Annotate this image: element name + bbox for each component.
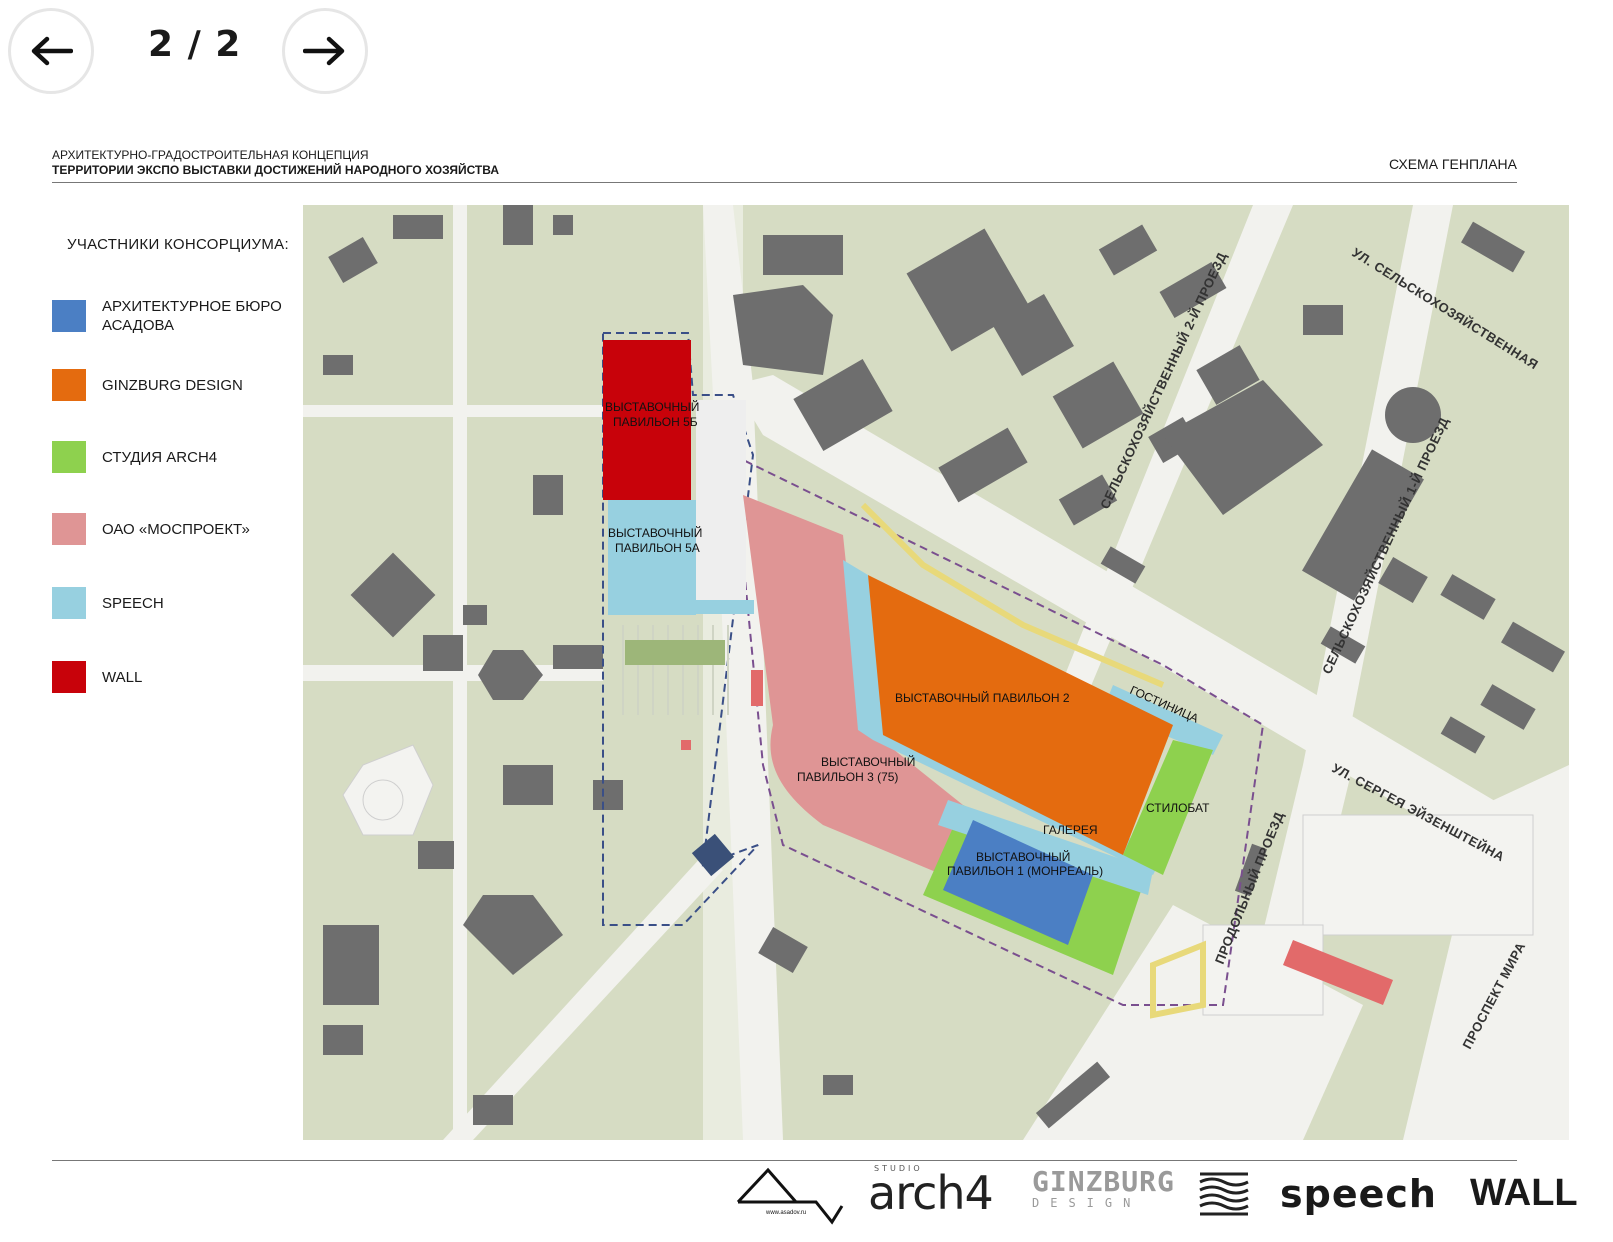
header-line-2: ТЕРРИТОРИИ ЭКСПО ВЫСТАВКИ ДОСТИЖЕНИЙ НАР…	[52, 163, 499, 177]
document-header: АРХИТЕКТУРНО-ГРАДОСТРОИТЕЛЬНАЯ КОНЦЕПЦИЯ…	[52, 148, 499, 178]
green-parterre	[625, 640, 725, 665]
legend-swatch	[52, 300, 86, 332]
legend-item: WALL	[52, 661, 142, 693]
label-pav1: ПАВИЛЬОН 1 (МОНРЕАЛЬ)	[947, 864, 1103, 878]
pavilion-5-annex	[696, 400, 746, 600]
legend-swatch	[52, 661, 86, 693]
legend-item: SPEECH	[52, 587, 164, 619]
design-word: DESIGN	[1032, 1196, 1142, 1210]
label-pav1: ВЫСТАВОЧНЫЙ	[976, 849, 1070, 864]
site-plan-map: ВЫСТАВОЧНЫЙ ПАВИЛЬОН 5Б ВЫСТАВОЧНЫЙ ПАВИ…	[303, 205, 1569, 1140]
map-drawing: ВЫСТАВОЧНЫЙ ПАВИЛЬОН 5Б ВЫСТАВОЧНЫЙ ПАВИ…	[303, 205, 1569, 1140]
legend-label: ОАО «МОСПРОЕКТ»	[102, 520, 250, 538]
arch4-logo: STUDIO arch4	[868, 1164, 994, 1220]
legend-label: АРХИТЕКТУРНОЕ БЮРО АСАДОВА	[102, 298, 282, 334]
label-pav5b: ВЫСТАВОЧНЫЙ	[605, 399, 699, 414]
label-pav5b: ПАВИЛЬОН 5Б	[613, 415, 698, 429]
label-gallery: ГАЛЕРЕЯ	[1043, 823, 1098, 837]
small-kiosk	[681, 740, 691, 750]
ginzburg-word: GINZBURG	[1032, 1165, 1175, 1198]
legend-swatch	[52, 369, 86, 401]
ginzburg-logo: GINZBURG DESIGN	[1032, 1165, 1175, 1211]
label-stylobate: СТИЛОБАТ	[1146, 801, 1210, 815]
legend-label: SPEECH	[102, 594, 164, 612]
header-line-1: АРХИТЕКТУРНО-ГРАДОСТРОИТЕЛЬНАЯ КОНЦЕПЦИЯ	[52, 148, 369, 162]
sheet-title: СХЕМА ГЕНПЛАНА	[1389, 156, 1517, 172]
legend-swatch	[52, 441, 86, 473]
arrow-right-icon	[303, 36, 345, 66]
prev-page-button[interactable]	[8, 8, 94, 94]
speech-connector	[696, 600, 754, 614]
pavilion-5a	[608, 500, 696, 615]
label-pav2: ВЫСТАВОЧНЫЙ ПАВИЛЬОН 2	[895, 690, 1070, 705]
legend-item: СТУДИЯ ARCH4	[52, 441, 217, 473]
legend-item: GINZBURG DESIGN	[52, 369, 243, 401]
legend-swatch	[52, 587, 86, 619]
label-pav3: ПАВИЛЬОН 3 (75)	[797, 770, 898, 784]
mosproekt-logo	[1199, 1172, 1249, 1216]
arch4-wordmark: arch4	[868, 1166, 994, 1220]
legend-label: СТУДИЯ ARCH4	[102, 448, 218, 466]
kiosk	[751, 670, 763, 706]
legend-label: WALL	[102, 668, 143, 686]
speech-logo: speech	[1280, 1172, 1437, 1216]
label-pav5a: ВЫСТАВОЧНЫЙ	[608, 525, 702, 540]
page-counter: 2 / 2	[148, 24, 242, 65]
footer-divider	[52, 1160, 1517, 1161]
next-page-button[interactable]	[282, 8, 368, 94]
asadov-logo: www.asadov.ru	[736, 1167, 844, 1225]
legend-label: GINZBURG DESIGN	[102, 376, 243, 394]
legend-swatch	[52, 513, 86, 545]
consortium-logos: www.asadov.ru STUDIO arch4 GINZBURG DESI…	[730, 1164, 1578, 1226]
arrow-left-icon	[31, 36, 73, 66]
asadov-url: www.asadov.ru	[765, 1210, 806, 1216]
label-pav5a: ПАВИЛЬОН 5А	[615, 541, 700, 555]
legend-item: АРХИТЕКТУРНОЕ БЮРО АСАДОВА	[52, 297, 282, 335]
label-pav3: ВЫСТАВОЧНЫЙ	[821, 754, 915, 769]
legend-item: ОАО «МОСПРОЕКТ»	[52, 513, 250, 545]
header-divider	[52, 182, 1517, 183]
wall-logo: WALL	[1470, 1172, 1578, 1214]
legend-title: УЧАСТНИКИ КОНСОРЦИУМА:	[67, 236, 289, 253]
